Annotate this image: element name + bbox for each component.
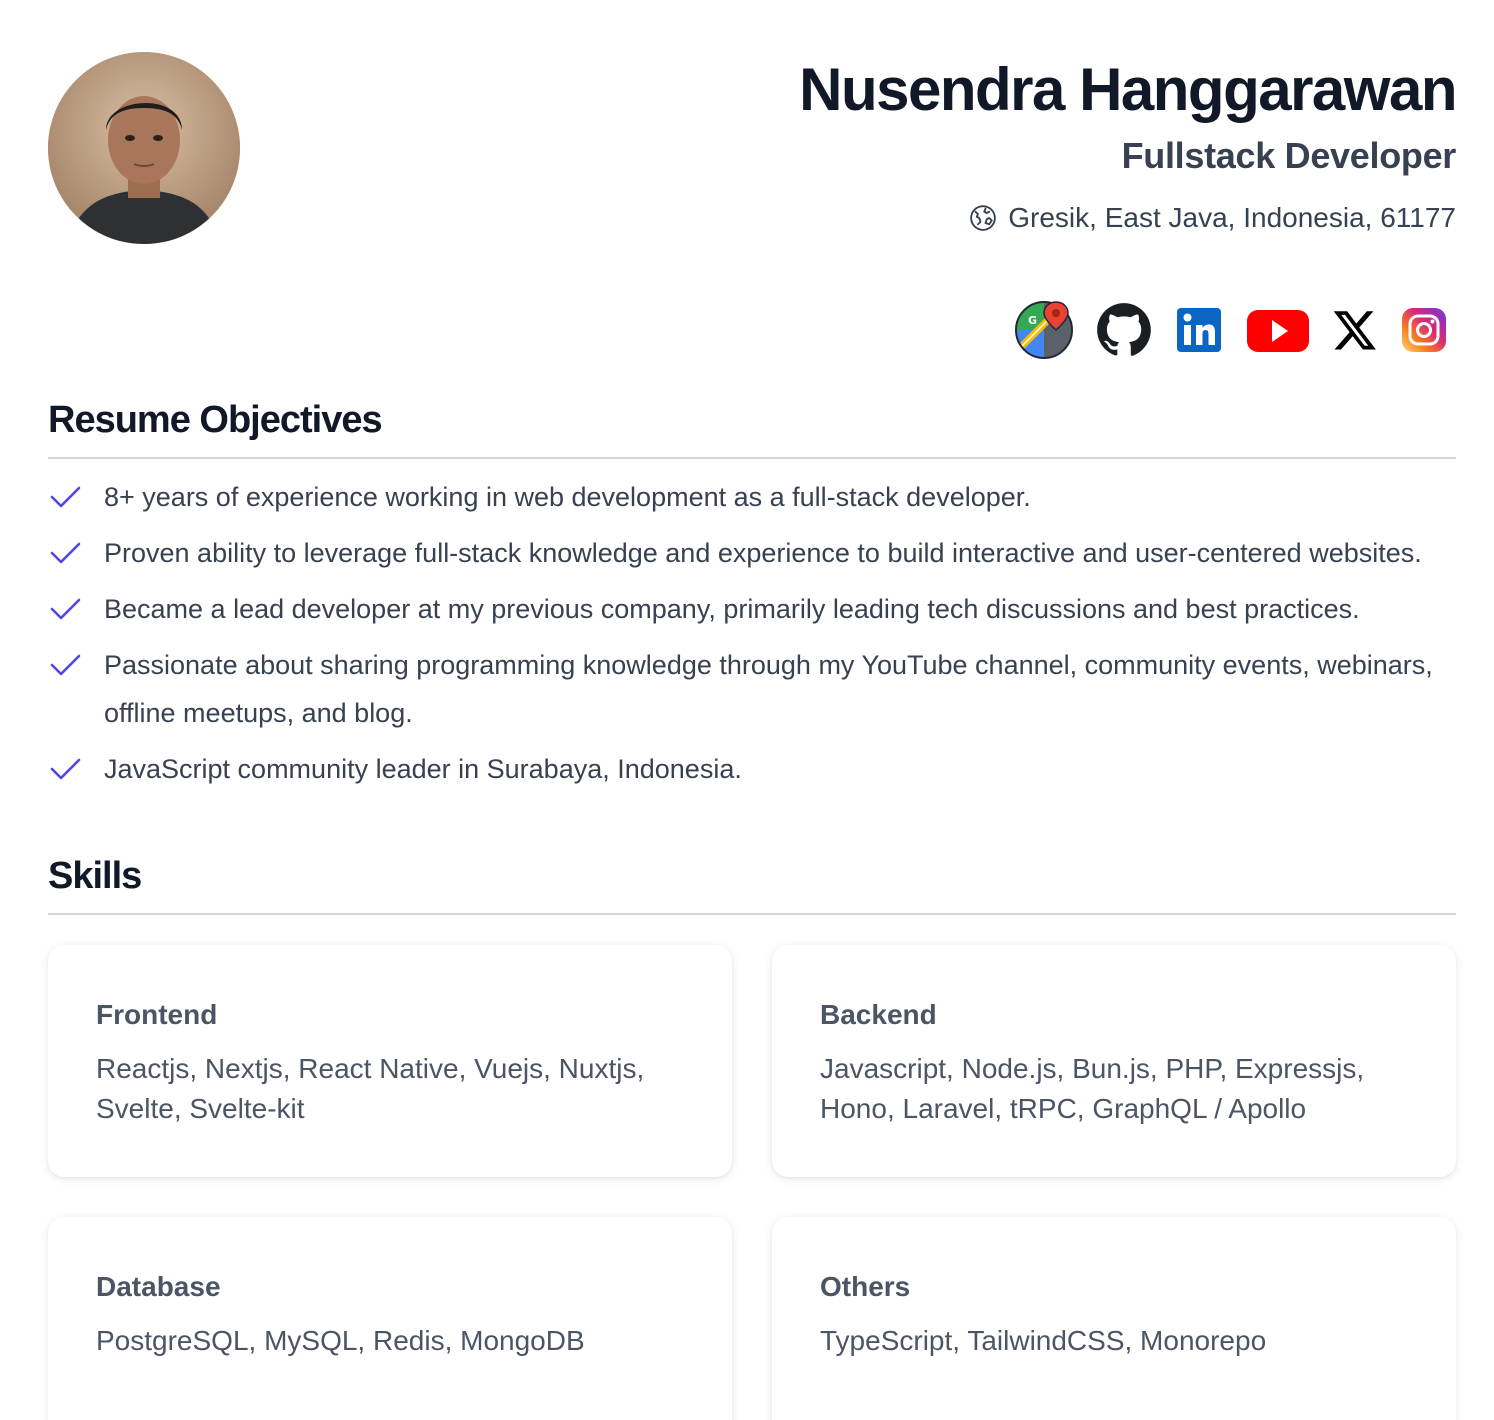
section-divider [48,457,1456,459]
list-item: 8+ years of experience working in web de… [48,473,1456,521]
google-maps-icon[interactable]: G [1014,300,1074,360]
skill-card-title: Backend [820,999,937,1030]
resume-page: Nusendra Hanggarawan Fullstack Developer… [48,0,1457,1420]
check-icon [48,529,104,577]
profile-location: Gresik, East Java, Indonesia, 61177 [799,198,1456,238]
objective-text: Proven ability to leverage full-stack kn… [104,538,1422,568]
list-item: Proven ability to leverage full-stack kn… [48,529,1456,577]
skill-card-others: Others TypeScript, TailwindCSS, Monorepo [772,1217,1456,1420]
check-icon [48,641,104,689]
list-item: Passionate about sharing programming kno… [48,641,1456,737]
skill-card-body: TypeScript, TailwindCSS, Monorepo [820,1325,1267,1356]
skill-card-frontend: Frontend Reactjs, Nextjs, React Native, … [48,945,732,1177]
section-title-skills: Skills [48,855,142,897]
youtube-icon[interactable] [1246,306,1310,354]
avatar-photo [48,52,240,244]
skills-grid: Frontend Reactjs, Nextjs, React Native, … [48,945,1456,1420]
skill-card-database: Database PostgreSQL, MySQL, Redis, Mongo… [48,1217,732,1420]
skill-card-title: Database [96,1271,221,1302]
github-icon[interactable] [1096,302,1152,358]
skill-card-backend: Backend Javascript, Node.js, Bun.js, PHP… [772,945,1456,1177]
check-icon [48,585,104,633]
x-icon[interactable] [1332,307,1378,353]
instagram-icon[interactable] [1400,306,1448,354]
skill-card-body: Javascript, Node.js, Bun.js, PHP, Expres… [820,1053,1365,1124]
resume-header: Nusendra Hanggarawan Fullstack Developer… [48,0,1457,395]
profile-role: Fullstack Developer [1121,135,1457,176]
skill-card-title: Others [820,1271,911,1302]
objective-text: Passionate about sharing programming kno… [104,650,1433,728]
avatar [48,52,240,244]
globe-icon [968,203,998,233]
section-divider [48,913,1456,915]
resume-objectives-section: Resume Objectives 8+ years of experience… [48,395,1456,793]
section-title-objectives: Resume Objectives [48,399,383,441]
identity-block: Nusendra Hanggarawan Fullstack Developer… [799,52,1457,238]
skills-section: Skills Frontend Reactjs, Nextjs, React N… [48,851,1456,1420]
linkedin-icon[interactable] [1174,305,1224,355]
objective-text: Became a lead developer at my previous c… [104,594,1360,624]
objective-text: JavaScript community leader in Surabaya,… [104,754,742,784]
check-icon [48,745,104,793]
list-item: Became a lead developer at my previous c… [48,585,1456,633]
skill-card-body: PostgreSQL, MySQL, Redis, MongoDB [96,1325,585,1356]
profile-name: Nusendra Hanggarawan [799,56,1457,123]
check-icon [48,473,104,521]
location-text: Gresik, East Java, Indonesia, 61177 [1008,202,1456,233]
objective-text: 8+ years of experience working in web de… [104,482,1031,512]
svg-text:G: G [1028,314,1037,327]
skill-card-title: Frontend [96,999,218,1030]
objectives-list: 8+ years of experience working in web de… [48,473,1456,793]
skill-card-body: Reactjs, Nextjs, React Native, Vuejs, Nu… [96,1053,645,1124]
list-item: JavaScript community leader in Surabaya,… [48,745,1456,793]
social-links: G [1014,300,1448,360]
